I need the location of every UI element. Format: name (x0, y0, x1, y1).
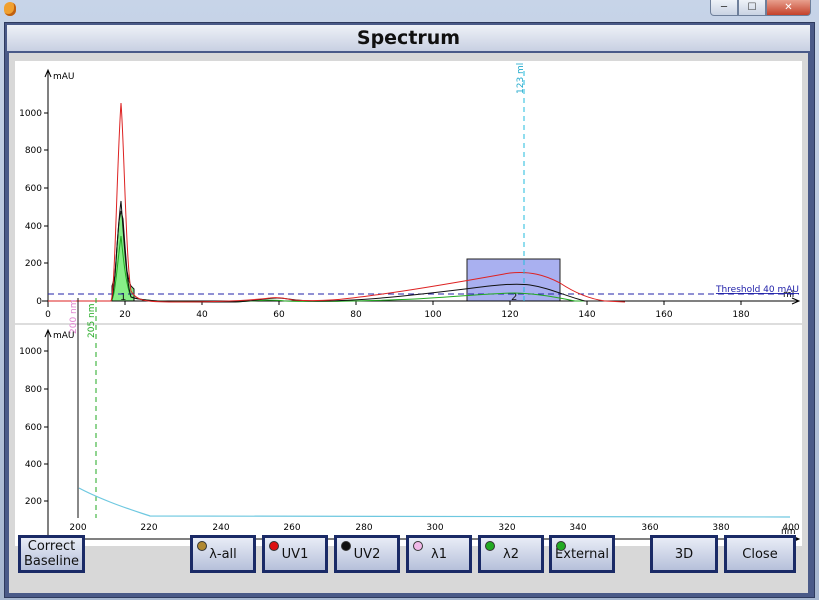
uv1-toggle[interactable]: UV1 (262, 535, 328, 573)
lambda-all-label: λ-all (209, 546, 237, 562)
uv2-indicator (341, 541, 351, 551)
lambda1-label: λ1 (431, 546, 447, 562)
plot-panel: 1 2 mAU ml 0 200 400 600 800 1000 0 20 4… (15, 61, 802, 549)
bottom-x-tick-280: 280 (355, 523, 372, 533)
window-frame: ─ ☐ ✕ Spectrum 1 2 mAU ml 0 200 400 600 … (0, 0, 819, 600)
bottom-x-tick-260: 260 (283, 523, 300, 533)
dialog-title: Spectrum (7, 25, 810, 51)
top-x-tick-180: 180 (732, 310, 749, 320)
uv2-toggle[interactable]: UV2 (334, 535, 400, 573)
top-y-tick-1000: 1000 (19, 109, 42, 119)
top-x-tick-80: 80 (350, 310, 362, 320)
top-y-ticks: 0 200 400 600 800 1000 (19, 109, 48, 307)
top-y-unit: mAU (53, 72, 75, 82)
external-indicator (556, 541, 566, 551)
bottom-y-tick-400: 400 (25, 460, 42, 470)
bottom-y-tick-600: 600 (25, 423, 42, 433)
bottom-x-tick-400: 400 (782, 523, 799, 533)
top-x-tick-0: 0 (45, 310, 51, 320)
bottom-y-ticks: 0 200 400 600 800 1000 (19, 347, 48, 545)
bottom-y-unit: mAU (53, 331, 75, 341)
plots-svg[interactable]: 1 2 mAU ml 0 200 400 600 800 1000 0 20 4… (15, 61, 802, 549)
bottom-x-tick-240: 240 (212, 523, 229, 533)
top-y-tick-600: 600 (25, 184, 42, 194)
minimize-button[interactable]: ─ (710, 0, 738, 16)
top-chromatogram-plot[interactable]: 1 2 mAU ml 0 200 400 600 800 1000 0 20 4… (19, 63, 801, 320)
maximize-button[interactable]: ☐ (738, 0, 766, 16)
external-toggle[interactable]: External (549, 535, 615, 573)
bottom-x-tick-200: 200 (69, 523, 86, 533)
bottom-x-tick-300: 300 (426, 523, 443, 533)
close-window-button[interactable]: ✕ (766, 0, 811, 16)
top-x-tick-20: 20 (119, 310, 131, 320)
lambda-all-toggle[interactable]: λ-all (190, 535, 256, 573)
3d-button[interactable]: 3D (650, 535, 718, 573)
top-x-tick-120: 120 (501, 310, 518, 320)
top-x-tick-40: 40 (196, 310, 208, 320)
spectrum-dialog: Spectrum 1 2 mAU ml 0 200 400 600 800 10… (4, 22, 815, 598)
bottom-x-tick-340: 340 (569, 523, 586, 533)
lambda-all-indicator (197, 541, 207, 551)
top-x-tick-60: 60 (273, 310, 285, 320)
top-x-ticks: 0 20 40 60 80 100 120 140 160 180 (45, 301, 750, 320)
uv1-label: UV1 (281, 546, 309, 562)
bottom-y-tick-200: 200 (25, 497, 42, 507)
lambda2-indicator (485, 541, 495, 551)
bottom-spectrum-plot[interactable]: mAU nm 0 200 400 600 800 1000 (19, 328, 801, 549)
bottom-x-tick-labels: 200 220 240 260 280 300 320 340 360 380 … (69, 523, 799, 533)
top-x-tick-160: 160 (655, 310, 672, 320)
correct-baseline-button[interactable]: Correct Baseline (18, 535, 85, 573)
volume-marker-label: 123 ml (516, 63, 526, 94)
uv1-indicator (269, 541, 279, 551)
dialog-body: 1 2 mAU ml 0 200 400 600 800 1000 0 20 4… (9, 53, 808, 593)
uv2-label: UV2 (353, 546, 381, 562)
bottom-x-tick-380: 380 (712, 523, 729, 533)
top-x-tick-140: 140 (578, 310, 595, 320)
bottom-y-tick-800: 800 (25, 385, 42, 395)
bottom-x-tick-320: 320 (498, 523, 515, 533)
app-icon (4, 2, 16, 16)
lambda1-indicator (413, 541, 423, 551)
bottom-y-tick-1000: 1000 (19, 347, 42, 357)
top-y-tick-0: 0 (36, 297, 42, 307)
window-controls: ─ ☐ ✕ (710, 0, 811, 16)
top-y-tick-800: 800 (25, 146, 42, 156)
close-button[interactable]: Close (724, 535, 796, 573)
threshold-label: Threshold 40 mAU (715, 285, 799, 295)
top-y-tick-200: 200 (25, 259, 42, 269)
top-y-tick-400: 400 (25, 222, 42, 232)
top-x-tick-100: 100 (424, 310, 441, 320)
bottom-x-tick-220: 220 (140, 523, 157, 533)
lambda2-label: λ2 (503, 546, 519, 562)
bottom-x-tick-360: 360 (641, 523, 658, 533)
lambda1-toggle[interactable]: λ1 (406, 535, 472, 573)
lambda2-toggle[interactable]: λ2 (478, 535, 544, 573)
